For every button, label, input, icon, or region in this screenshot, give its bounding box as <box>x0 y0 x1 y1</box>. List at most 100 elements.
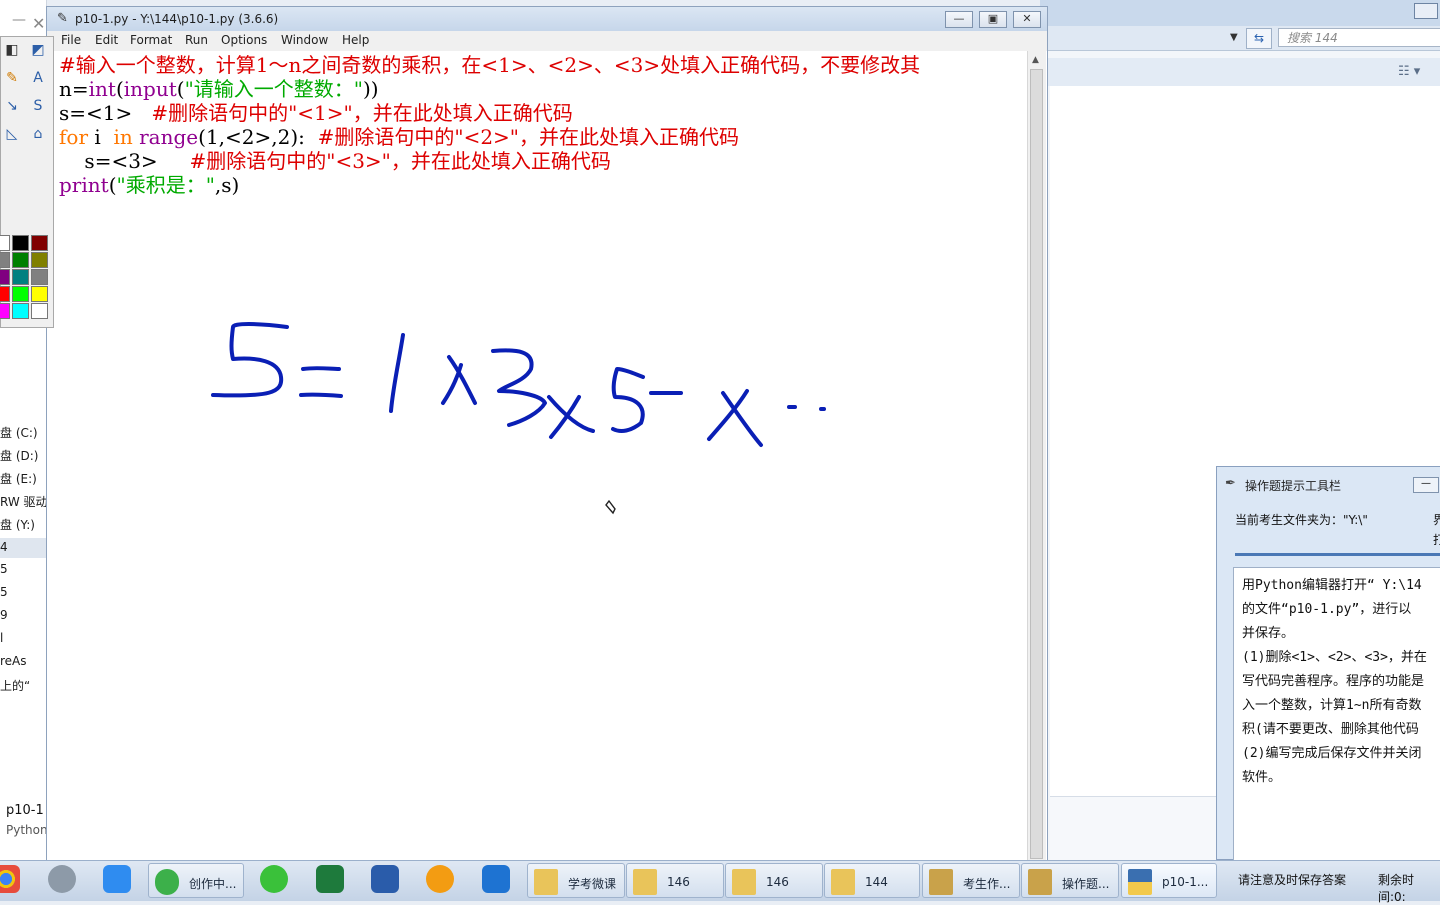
minimize-icon[interactable]: — <box>12 12 26 28</box>
excel-icon[interactable] <box>316 865 344 893</box>
color-swatch[interactable] <box>0 269 10 285</box>
screen-icon[interactable]: ◩ <box>29 41 47 59</box>
brush-icon[interactable]: ✎ <box>3 69 21 87</box>
explorer-address-bar: ▼ ⇆ 搜索 144 <box>1040 26 1440 51</box>
explorer-restore-button[interactable] <box>1414 3 1438 19</box>
instruction-line: 写代码完善程序。程序的功能是 <box>1242 674 1425 689</box>
color-swatch[interactable] <box>0 252 10 268</box>
word-icon[interactable] <box>371 865 399 893</box>
select-icon[interactable]: ◧ <box>3 41 21 59</box>
code-text-area[interactable]: #输入一个整数，计算1～n之间奇数的乘积，在<1>、<2>、<3>处填入正确代码… <box>47 51 1027 861</box>
ink-stroke <box>441 363 463 405</box>
close-icon[interactable]: ✕ <box>32 14 45 33</box>
folder-icon <box>534 869 558 895</box>
taskbar-folder[interactable]: 144 <box>824 863 920 898</box>
color-swatch[interactable] <box>31 269 48 285</box>
taskbar-app[interactable]: 操作题... <box>1021 863 1119 898</box>
minimize-button[interactable]: — <box>945 11 973 28</box>
instruction-line: 用Python编辑器打开“ Y:\14 <box>1242 578 1422 593</box>
sync-icon[interactable] <box>426 865 454 893</box>
color-swatch[interactable] <box>12 269 29 285</box>
divider <box>1235 553 1440 556</box>
taskbar-folder[interactable]: 146 <box>626 863 724 898</box>
vertical-scrollbar[interactable]: ▲ <box>1027 51 1046 861</box>
close-button[interactable]: ✕ <box>1013 11 1041 28</box>
list-item[interactable]: 上的“ <box>0 677 30 694</box>
color-swatch[interactable] <box>31 286 48 302</box>
list-item[interactable]: 5 <box>0 562 8 576</box>
folder-side-text: 打 <box>1433 533 1440 547</box>
eraser-icon[interactable]: ⌂ <box>29 125 47 143</box>
scroll-up-icon[interactable]: ▲ <box>1032 55 1039 65</box>
python-icon <box>1128 869 1152 895</box>
color-swatch[interactable] <box>12 252 29 268</box>
selected-file-type: Python <box>6 823 47 837</box>
menu-format[interactable]: Format <box>130 33 172 47</box>
color-swatch[interactable] <box>31 252 48 268</box>
menu-edit[interactable]: Edit <box>95 33 118 47</box>
taskbar-app[interactable]: 创作中... <box>148 863 244 898</box>
grid-app-icon[interactable] <box>482 865 510 893</box>
instruction-line: (2)编写完成后保存文件并关闭 <box>1242 746 1422 761</box>
window-title: p10-1.py - Y:\144\p10-1.py (3.6.6) <box>75 12 279 26</box>
drive-item[interactable]: 盘 (C:) <box>0 424 38 441</box>
arrow-icon[interactable]: ↘ <box>3 97 21 115</box>
explorer-toolbar: ☷ ▾ <box>1040 58 1440 86</box>
baidu-netdisk-icon[interactable] <box>103 865 131 893</box>
taskbar-folder[interactable]: 学考微课 <box>527 863 625 898</box>
drive-item[interactable]: 盘 (E:) <box>0 470 37 487</box>
color-swatch[interactable] <box>12 286 29 302</box>
list-item[interactable]: 4 <box>0 540 8 554</box>
scroll-thumb[interactable] <box>1030 69 1043 859</box>
taskbar-app-active[interactable]: p10-1... <box>1121 863 1217 898</box>
view-options-icon[interactable]: ☷ ▾ <box>1398 64 1420 79</box>
color-swatch[interactable] <box>12 235 29 251</box>
instruction-line: 积(请不要更改、删除其他代码 <box>1242 722 1419 737</box>
wechat-icon[interactable] <box>260 865 288 893</box>
app-icon[interactable] <box>48 865 76 893</box>
list-item[interactable]: 5 <box>0 585 8 599</box>
ink-stroke <box>547 395 595 433</box>
save-reminder: 请注意及时保存答案 <box>1238 873 1347 887</box>
curve-icon[interactable]: S <box>29 97 47 115</box>
minimize-button[interactable]: — <box>1413 477 1439 493</box>
menu-file[interactable]: File <box>61 33 81 47</box>
menu-help[interactable]: Help <box>342 33 369 47</box>
instruction-line: 入一个整数，计算1~n所有奇数 <box>1242 698 1422 713</box>
menu-window[interactable]: Window <box>281 33 328 47</box>
pen-tool-palette: ◧ ◩ ✎ A ↘ S ◺ ⌂ <box>0 36 54 328</box>
drive-item[interactable]: 盘 (D:) <box>0 447 38 464</box>
taskbar-label: 考生作... <box>963 877 1011 891</box>
color-swatch[interactable] <box>0 303 10 319</box>
list-item[interactable]: reAs <box>0 654 27 668</box>
taskbar-label: 146 <box>667 875 690 889</box>
search-input[interactable]: 搜索 144 <box>1278 28 1440 47</box>
ink-stroke <box>299 392 343 398</box>
menu-options[interactable]: Options <box>221 33 267 47</box>
color-swatch[interactable] <box>12 303 29 319</box>
chrome-icon[interactable] <box>0 865 20 893</box>
refresh-icon[interactable]: ⇆ <box>1246 28 1272 49</box>
drive-item[interactable]: 盘 (Y:) <box>0 516 35 533</box>
app-icon <box>155 869 179 895</box>
maximize-button[interactable]: ▣ <box>979 11 1007 28</box>
taskbar-label: 146 <box>766 875 789 889</box>
text-icon[interactable]: A <box>29 69 47 87</box>
taskbar-folder[interactable]: 146 <box>725 863 823 898</box>
color-swatch[interactable] <box>0 235 10 251</box>
color-swatch[interactable] <box>31 235 48 251</box>
chevron-down-icon[interactable]: ▼ <box>1230 32 1238 43</box>
color-swatch[interactable] <box>0 286 10 302</box>
color-swatch[interactable] <box>31 303 48 319</box>
drive-item[interactable]: RW 驱动 <box>0 493 46 510</box>
menu-run[interactable]: Run <box>185 33 208 47</box>
list-item[interactable]: 9 <box>0 608 8 622</box>
shape-icon[interactable]: ◺ <box>3 125 21 143</box>
taskbar-label: 144 <box>865 875 888 889</box>
taskbar-label: 操作题... <box>1062 877 1110 891</box>
list-item[interactable]: l <box>0 631 3 645</box>
hint-panel-title: 操作题提示工具栏 <box>1245 479 1342 493</box>
explorer-titlebar <box>1040 0 1440 26</box>
taskbar-app[interactable]: 考生作... <box>922 863 1020 898</box>
pen-icon <box>929 869 953 895</box>
